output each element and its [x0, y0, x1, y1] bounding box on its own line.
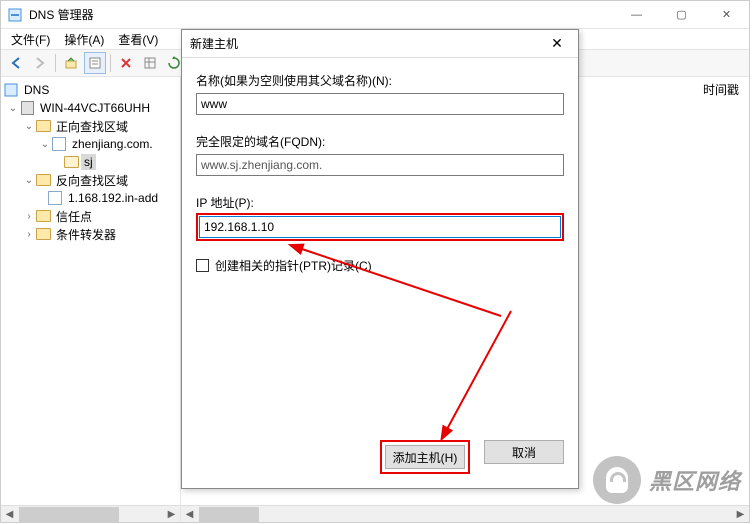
tree-forward-lookup[interactable]: 正向查找区域 [53, 117, 131, 136]
zone-icon [47, 191, 63, 205]
delete-button[interactable] [115, 52, 137, 74]
folder-icon [35, 227, 51, 241]
folder-open-icon [63, 155, 79, 169]
properties-button[interactable] [84, 52, 106, 74]
ip-label: IP 地址(P): [196, 194, 564, 211]
tree-h-scrollbar[interactable]: ◀ ▶ [1, 505, 180, 522]
chevron-right-icon[interactable]: › [23, 229, 35, 240]
scroll-right-icon[interactable]: ▶ [732, 506, 749, 523]
zone-icon [51, 137, 67, 151]
minimize-button[interactable]: — [614, 1, 659, 28]
folder-icon [35, 119, 51, 133]
back-button[interactable] [5, 52, 27, 74]
dns-root-icon [3, 83, 19, 97]
name-label: 名称(如果为空则使用其父域名称)(N): [196, 72, 564, 89]
tree-conditional-fwd[interactable]: 条件转发器 [53, 225, 119, 244]
ip-input[interactable] [199, 216, 561, 238]
titlebar[interactable]: DNS 管理器 — ▢ ✕ [1, 1, 749, 29]
menu-action[interactable]: 操作(A) [58, 29, 110, 50]
list-button[interactable] [139, 52, 161, 74]
tree-server[interactable]: WIN-44VCJT66UHH [37, 100, 153, 116]
cancel-button[interactable]: 取消 [484, 440, 564, 464]
tree-reverse-lookup[interactable]: 反向查找区域 [53, 171, 131, 190]
watermark-logo-icon [593, 456, 641, 504]
tree-rev-zone-1[interactable]: 1.168.192.in-add [65, 190, 161, 206]
tree-trust-points[interactable]: 信任点 [53, 207, 95, 226]
new-host-dialog: 新建主机 ✕ 名称(如果为空则使用其父域名称)(N): 完全限定的域名(FQDN… [181, 29, 579, 489]
mmc-window: DNS 管理器 — ▢ ✕ 文件(F) 操作(A) 查看(V) ? DNS [0, 0, 750, 523]
scroll-left-icon[interactable]: ◀ [1, 506, 18, 522]
folder-icon [35, 209, 51, 223]
maximize-button[interactable]: ▢ [659, 1, 704, 28]
tree-sj[interactable]: sj [81, 154, 96, 170]
fqdn-label: 完全限定的域名(FQDN): [196, 133, 564, 150]
server-icon [19, 101, 35, 115]
close-button[interactable]: ✕ [704, 1, 749, 28]
tree-root[interactable]: DNS [21, 82, 52, 98]
menu-file[interactable]: 文件(F) [5, 29, 56, 50]
scroll-left-icon[interactable]: ◀ [181, 506, 198, 523]
scrollbar-thumb[interactable] [199, 507, 259, 522]
dns-app-icon [7, 7, 23, 23]
tree-zone-1[interactable]: zhenjiang.com. [69, 136, 156, 152]
list-h-scrollbar[interactable]: ◀ ▶ [181, 505, 749, 522]
fqdn-input[interactable] [196, 154, 564, 176]
scrollbar-thumb[interactable] [19, 507, 119, 522]
chevron-right-icon[interactable]: › [23, 211, 35, 222]
watermark: 黑区网络 [593, 456, 741, 504]
scroll-right-icon[interactable]: ▶ [163, 506, 180, 522]
folder-icon [35, 173, 51, 187]
add-host-button[interactable]: 添加主机(H) [385, 445, 465, 469]
watermark-text: 黑区网络 [649, 464, 741, 496]
add-host-highlight: 添加主机(H) [380, 440, 470, 474]
up-button[interactable] [60, 52, 82, 74]
window-title: DNS 管理器 [29, 6, 614, 23]
dialog-close-button[interactable]: ✕ [544, 33, 570, 55]
chevron-down-icon[interactable]: ⌄ [23, 121, 35, 132]
ip-highlight [196, 213, 564, 241]
chevron-down-icon[interactable]: ⌄ [23, 175, 35, 186]
forward-button[interactable] [29, 52, 51, 74]
column-timestamp[interactable]: 时间戳 [703, 81, 739, 98]
menu-view[interactable]: 查看(V) [112, 29, 164, 50]
dialog-title: 新建主机 [190, 35, 544, 52]
name-input[interactable] [196, 93, 564, 115]
ptr-checkbox[interactable] [196, 259, 209, 272]
chevron-down-icon[interactable]: ⌄ [7, 103, 19, 114]
chevron-down-icon[interactable]: ⌄ [39, 139, 51, 150]
ptr-label: 创建相关的指针(PTR)记录(C) [215, 257, 372, 274]
dialog-titlebar[interactable]: 新建主机 ✕ [182, 30, 578, 58]
tree-pane[interactable]: DNS ⌄ WIN-44VCJT66UHH ⌄ 正向查找区域 ⌄ zhenjia… [1, 77, 181, 522]
